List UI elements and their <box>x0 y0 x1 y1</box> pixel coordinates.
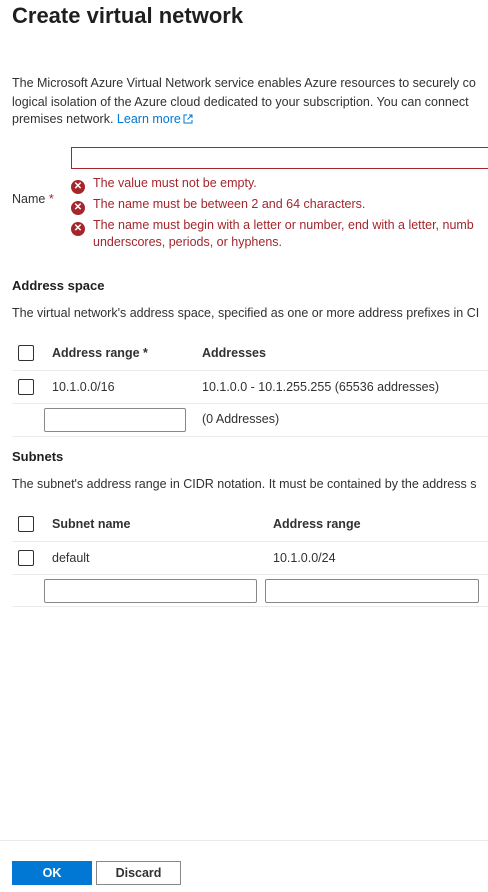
error-message-length: ✕ The name must be between 2 and 64 chara… <box>71 196 365 215</box>
subnets-description: The subnet's address range in CIDR notat… <box>12 477 477 491</box>
error-message-format-cont: underscores, periods, or hyphens. <box>93 235 282 249</box>
subnet-range-cell: 10.1.0.0/24 <box>273 551 336 565</box>
description-line-3-text: premises network. <box>12 112 114 126</box>
addresses-cell: 10.1.0.0 - 10.1.255.255 (65536 addresses… <box>202 380 439 394</box>
subnet-row-checkbox[interactable] <box>18 550 34 566</box>
description-line-3: premises network. Learn more <box>12 110 193 129</box>
error-icon: ✕ <box>71 180 85 194</box>
error-icon: ✕ <box>71 222 85 236</box>
subnet-address-range-column-header: Address range <box>273 517 361 531</box>
footer-divider <box>0 840 488 841</box>
address-range-column-header: Address range * <box>52 346 148 360</box>
name-input[interactable] <box>71 147 488 169</box>
new-subnet-name-input[interactable] <box>44 579 257 603</box>
description-line-1: The Microsoft Azure Virtual Network serv… <box>12 76 476 90</box>
required-mark: * <box>48 192 54 206</box>
name-label: Name * <box>12 192 54 206</box>
new-row-addresses-count: (0 Addresses) <box>202 412 280 426</box>
error-message-empty: ✕ The value must not be empty. <box>71 175 257 194</box>
subnet-name-column-header: Subnet name <box>52 517 131 531</box>
address-space-heading: Address space <box>12 278 105 293</box>
select-all-address-checkbox[interactable] <box>18 345 34 361</box>
new-subnet-range-input[interactable] <box>265 579 479 603</box>
learn-more-link[interactable]: Learn more <box>117 112 193 126</box>
new-address-range-input[interactable] <box>44 408 186 432</box>
error-icon: ✕ <box>71 201 85 215</box>
subnet-name-cell: default <box>52 551 90 565</box>
address-row-checkbox[interactable] <box>18 379 34 395</box>
address-range-cell: 10.1.0.0/16 <box>52 380 115 394</box>
addresses-column-header: Addresses <box>202 346 266 360</box>
select-all-subnets-checkbox[interactable] <box>18 516 34 532</box>
page-title: Create virtual network <box>12 3 244 28</box>
subnets-heading: Subnets <box>12 449 64 464</box>
discard-button[interactable]: Discard <box>96 861 181 885</box>
address-space-description: The virtual network's address space, spe… <box>12 306 480 320</box>
external-link-icon <box>183 114 193 124</box>
ok-button[interactable]: OK <box>12 861 92 885</box>
